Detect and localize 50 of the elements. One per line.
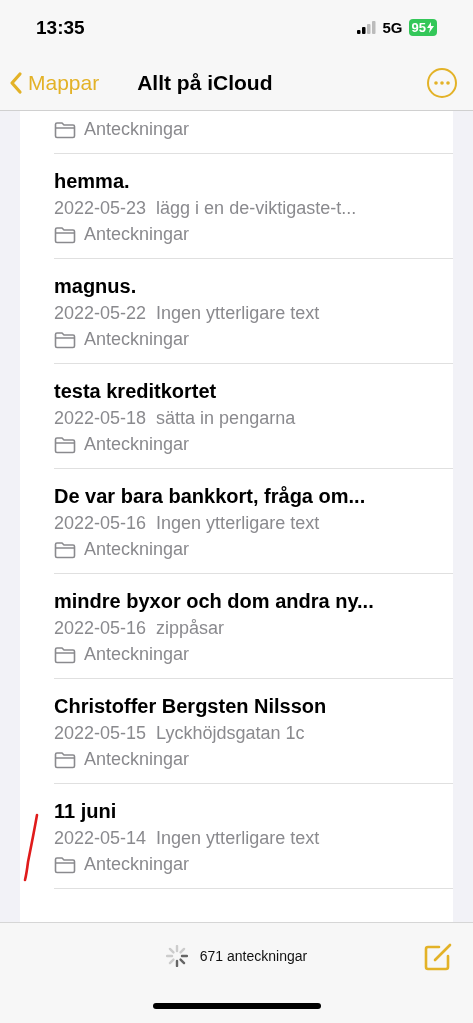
folder-icon — [54, 855, 76, 874]
folder-icon — [54, 750, 76, 769]
note-snippet: Ingen ytterligare text — [156, 828, 320, 849]
note-date: 2022-05-18 — [54, 408, 147, 429]
nav-title: Allt på iCloud — [137, 70, 274, 95]
note-folder: Anteckningar — [84, 539, 190, 560]
note-date: 2022-05-15 — [54, 723, 147, 744]
note-snippet: sätta in pengarna — [156, 408, 296, 429]
note-folder: Anteckningar — [84, 854, 190, 875]
note-folder: Anteckningar — [84, 434, 190, 455]
folder-icon — [54, 225, 76, 244]
status-time: 13:35 — [36, 16, 85, 39]
folder-icon — [54, 540, 76, 559]
note-snippet: Ingen ytterligare text — [156, 303, 320, 324]
battery-percent: 95 — [411, 20, 426, 35]
note-folder: Anteckningar — [84, 119, 190, 140]
note-date: 2022-05-22 — [54, 303, 147, 324]
folder-icon — [54, 645, 76, 664]
spinner-icon — [165, 945, 188, 967]
more-button[interactable] — [427, 67, 457, 98]
note-snippet: zippåsar — [156, 618, 225, 639]
note-date: 2022-05-16 — [54, 618, 147, 639]
note-title[interactable]: testa kreditkortet — [54, 380, 453, 403]
note-date: 2022-05-16 — [54, 513, 147, 534]
bolt-icon — [427, 22, 434, 33]
note-snippet: Lyckhöjdsgatan 1c — [156, 723, 305, 744]
ink-mark-drawing — [22, 812, 40, 884]
note-title[interactable]: Christoffer Bergsten Nilsson — [54, 695, 453, 718]
note-title[interactable]: mindre byxor och dom andra ny... — [54, 590, 453, 613]
note-folder: Anteckningar — [84, 644, 190, 665]
note-folder: Anteckningar — [84, 224, 190, 245]
note-count: 671 anteckningar — [199, 948, 308, 964]
network-label: 5G — [382, 19, 403, 36]
note-date: 2022-05-14 — [54, 828, 147, 849]
note-folder: Anteckningar — [84, 749, 190, 770]
note-title[interactable]: De var bara bankkort, fråga om... — [54, 485, 453, 508]
note-title[interactable]: 11 juni — [54, 800, 453, 823]
note-folder: Anteckningar — [84, 329, 190, 350]
note-snippet: Ingen ytterligare text — [156, 513, 320, 534]
compose-icon — [423, 942, 453, 972]
signal-icon — [356, 21, 377, 34]
note-title[interactable]: hemma. — [54, 170, 453, 193]
folder-icon — [54, 120, 76, 139]
folder-icon — [54, 330, 76, 349]
note-title[interactable]: magnus. — [54, 275, 453, 298]
back-chevron-icon — [8, 70, 24, 95]
ellipsis-icon — [434, 80, 450, 85]
folder-icon — [54, 435, 76, 454]
note-date: 2022-05-23 — [54, 198, 147, 219]
note-snippet: lägg i en de-viktigaste-t... — [156, 198, 357, 219]
